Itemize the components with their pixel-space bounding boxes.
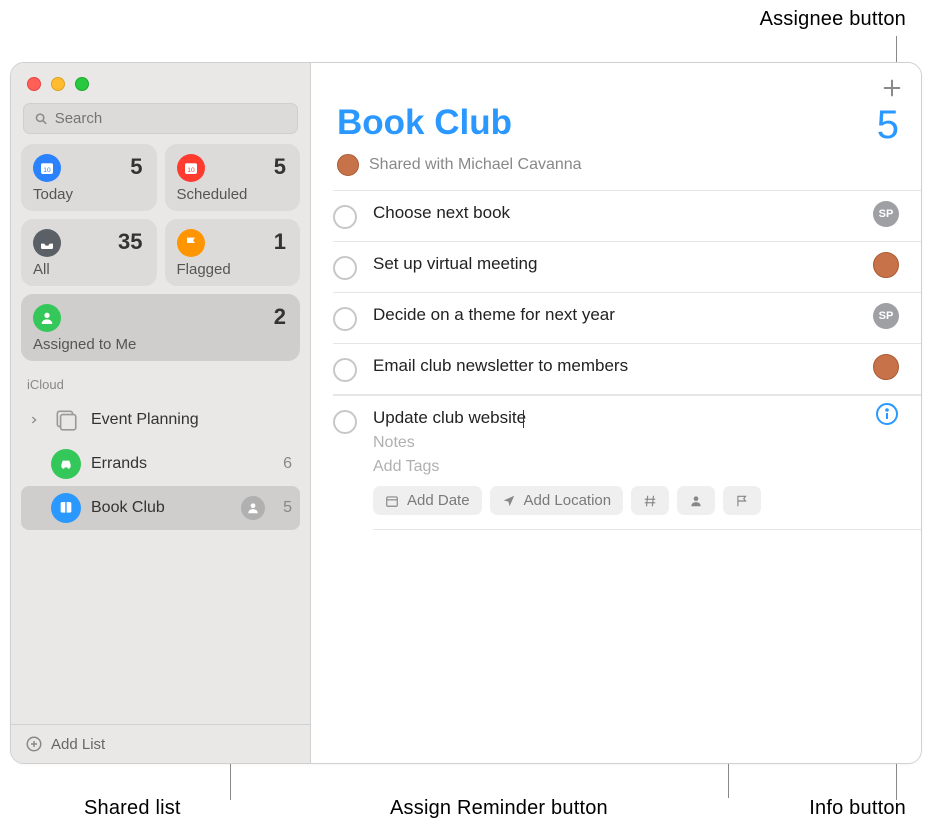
- add-list-label: Add List: [51, 736, 105, 753]
- assignee-button[interactable]: [873, 252, 899, 278]
- callout-assign-reminder: Assign Reminder button: [390, 797, 608, 820]
- reminder-tags-field[interactable]: Add Tags: [373, 458, 921, 476]
- list-label: Event Planning: [91, 411, 199, 429]
- list-count: 6: [283, 455, 292, 473]
- sidebar-list-book[interactable]: Book Club 5: [21, 486, 300, 530]
- reminder-row[interactable]: Email club newsletter to members: [333, 344, 921, 395]
- section-title-icloud: iCloud: [21, 373, 300, 398]
- plus-circle-icon: [25, 735, 43, 753]
- svg-text:10: 10: [187, 167, 195, 174]
- reminder-checkbox[interactable]: [333, 256, 357, 280]
- sidebar: 10 5 Today 10 5 Scheduled 35 All 1 Flagg…: [11, 63, 311, 763]
- fullscreen-window-button[interactable]: [75, 77, 89, 91]
- reminder-title: Set up virtual meeting: [373, 254, 537, 274]
- list-label: Errands: [91, 455, 147, 473]
- reminder-checkbox[interactable]: [333, 307, 357, 331]
- tag-icon: [643, 494, 657, 508]
- reminder-row[interactable]: Decide on a theme for next year SP: [333, 293, 921, 344]
- assignee-button[interactable]: [873, 354, 899, 380]
- assignee-button[interactable]: SP: [873, 201, 899, 227]
- reminder-checkbox[interactable]: [333, 205, 357, 229]
- minimize-window-button[interactable]: [51, 77, 65, 91]
- tray-icon: [33, 229, 61, 257]
- reminder-row[interactable]: Choose next book SP: [333, 190, 921, 242]
- smart-label: All: [33, 261, 145, 278]
- list-count: 5: [877, 103, 899, 148]
- flag-button[interactable]: [723, 486, 761, 515]
- info-icon: [875, 402, 899, 426]
- add-location-button[interactable]: Add Location: [490, 486, 624, 515]
- smart-count: 35: [118, 229, 142, 255]
- reminder-row[interactable]: Set up virtual meeting: [333, 242, 921, 293]
- sidebar-list-errands[interactable]: Errands 6: [21, 442, 300, 486]
- reminder-title: Choose next book: [373, 203, 510, 223]
- smart-list-all[interactable]: 35 All: [21, 219, 157, 286]
- smart-count: 5: [274, 154, 286, 180]
- shared-with-row[interactable]: Shared with Michael Cavanna: [311, 148, 921, 190]
- callout-assignee: Assignee button: [760, 8, 906, 31]
- reminder-title: Decide on a theme for next year: [373, 305, 615, 325]
- reminder-notes-field[interactable]: Notes: [373, 434, 921, 452]
- smart-count: 1: [274, 229, 286, 255]
- reminder-row-editing[interactable]: Update club website Notes Add Tags Add D…: [333, 395, 921, 530]
- info-button[interactable]: [875, 402, 899, 426]
- shared-with-label: Shared with Michael Cavanna: [369, 156, 582, 174]
- list-label: Book Club: [91, 499, 165, 517]
- smart-list-scheduled[interactable]: 10 5 Scheduled: [165, 144, 301, 211]
- search-icon: [34, 111, 49, 127]
- calendar-icon: 10: [33, 154, 61, 182]
- person-icon: [33, 304, 61, 332]
- search-input[interactable]: [55, 110, 287, 127]
- smart-list-assigned[interactable]: 2 Assigned to Me: [21, 294, 300, 361]
- reminder-checkbox[interactable]: [333, 410, 357, 434]
- car-icon: [51, 449, 81, 479]
- add-reminder-button[interactable]: [881, 77, 903, 99]
- flag-icon: [177, 229, 205, 257]
- calendar-icon: 10: [177, 154, 205, 182]
- person-icon: [689, 494, 703, 508]
- folder-icon: [51, 405, 81, 435]
- chevron-right-icon[interactable]: [29, 415, 41, 425]
- avatar: [337, 154, 359, 176]
- location-icon: [502, 494, 516, 508]
- main-content: Book Club 5 Shared with Michael Cavanna …: [311, 63, 921, 763]
- assignee-button[interactable]: SP: [873, 303, 899, 329]
- smart-label: Assigned to Me: [33, 336, 288, 353]
- calendar-icon: [385, 494, 399, 508]
- list-count: 5: [283, 499, 292, 517]
- smart-label: Today: [33, 186, 145, 203]
- reminder-title-input[interactable]: Update club website: [373, 408, 921, 428]
- smart-count: 5: [130, 154, 142, 180]
- add-date-button[interactable]: Add Date: [373, 486, 482, 515]
- list-title: Book Club: [337, 103, 512, 143]
- smart-count: 2: [274, 304, 286, 330]
- sidebar-list-event[interactable]: Event Planning: [21, 398, 300, 442]
- assign-button[interactable]: [677, 486, 715, 515]
- smart-label: Scheduled: [177, 186, 289, 203]
- shared-icon: [241, 496, 265, 520]
- close-window-button[interactable]: [27, 77, 41, 91]
- callout-shared-list: Shared list: [84, 797, 181, 820]
- window-controls: [11, 63, 310, 101]
- search-field[interactable]: [23, 103, 298, 134]
- app-window: 10 5 Today 10 5 Scheduled 35 All 1 Flagg…: [10, 62, 922, 764]
- add-list-button[interactable]: Add List: [11, 724, 310, 763]
- smart-label: Flagged: [177, 261, 289, 278]
- smart-list-today[interactable]: 10 5 Today: [21, 144, 157, 211]
- smart-list-flagged[interactable]: 1 Flagged: [165, 219, 301, 286]
- reminder-title: Email club newsletter to members: [373, 356, 628, 376]
- book-icon: [51, 493, 81, 523]
- flag-icon: [735, 494, 749, 508]
- callout-info: Info button: [809, 797, 906, 820]
- svg-text:10: 10: [43, 167, 51, 174]
- tag-button[interactable]: [631, 486, 669, 515]
- reminder-checkbox[interactable]: [333, 358, 357, 382]
